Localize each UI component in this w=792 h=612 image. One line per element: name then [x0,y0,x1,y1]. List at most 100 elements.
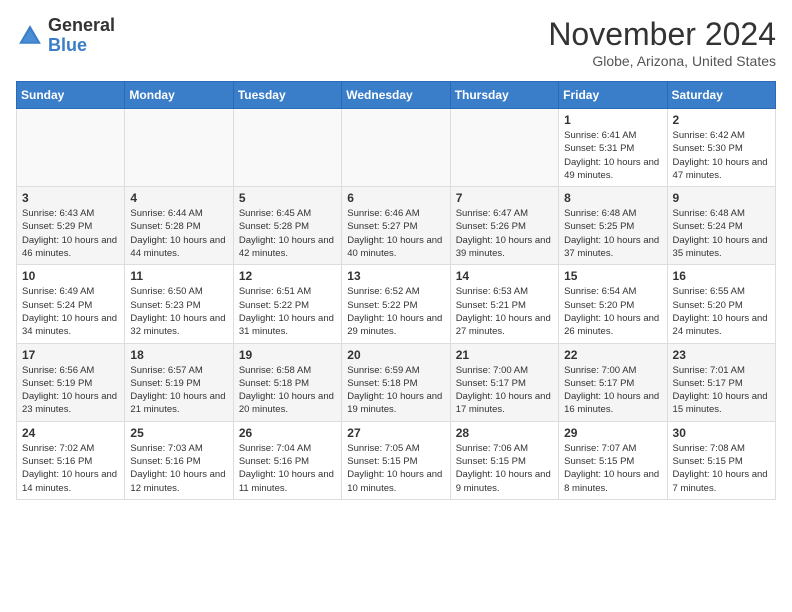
day-number: 20 [347,348,444,362]
title-block: November 2024 Globe, Arizona, United Sta… [548,16,776,69]
day-number: 21 [456,348,553,362]
calendar-week-row: 3 Sunrise: 6:43 AMSunset: 5:29 PMDaylight… [17,187,776,265]
calendar-cell: 6 Sunrise: 6:46 AMSunset: 5:27 PMDaylight… [342,187,450,265]
logo-text: General Blue [48,16,115,56]
page-header: General Blue November 2024 Globe, Arizon… [16,16,776,69]
calendar-cell: 8 Sunrise: 6:48 AMSunset: 5:25 PMDaylight… [559,187,667,265]
calendar-cell: 3 Sunrise: 6:43 AMSunset: 5:29 PMDaylight… [17,187,125,265]
day-number: 7 [456,191,553,205]
calendar-cell: 20 Sunrise: 6:59 AMSunset: 5:18 PMDayligh… [342,343,450,421]
day-info: Sunrise: 6:50 AMSunset: 5:23 PMDaylight:… [130,285,227,338]
day-number: 3 [22,191,119,205]
day-number: 4 [130,191,227,205]
calendar-cell: 18 Sunrise: 6:57 AMSunset: 5:19 PMDayligh… [125,343,233,421]
day-info: Sunrise: 7:00 AMSunset: 5:17 PMDaylight:… [564,364,661,417]
day-number: 19 [239,348,336,362]
day-number: 16 [673,269,770,283]
day-info: Sunrise: 6:57 AMSunset: 5:19 PMDaylight:… [130,364,227,417]
day-info: Sunrise: 6:52 AMSunset: 5:22 PMDaylight:… [347,285,444,338]
weekday-header-row: SundayMondayTuesdayWednesdayThursdayFrid… [17,82,776,109]
day-info: Sunrise: 7:03 AMSunset: 5:16 PMDaylight:… [130,442,227,495]
day-info: Sunrise: 7:04 AMSunset: 5:16 PMDaylight:… [239,442,336,495]
calendar-cell [450,109,558,187]
day-number: 2 [673,113,770,127]
day-info: Sunrise: 6:47 AMSunset: 5:26 PMDaylight:… [456,207,553,260]
day-info: Sunrise: 6:51 AMSunset: 5:22 PMDaylight:… [239,285,336,338]
logo: General Blue [16,16,115,56]
logo-blue: Blue [48,36,115,56]
day-number: 15 [564,269,661,283]
calendar-cell: 17Sunrise: 6:56 AMSunset: 5:19 PMDayligh… [17,343,125,421]
calendar-cell: 5Sunrise: 6:45 AMSunset: 5:28 PMDaylight… [233,187,341,265]
day-info: Sunrise: 6:55 AMSunset: 5:20 PMDaylight:… [673,285,770,338]
day-number: 18 [130,348,227,362]
day-info: Sunrise: 6:41 AMSunset: 5:31 PMDaylight:… [564,129,661,182]
day-number: 22 [564,348,661,362]
weekday-header: Monday [125,82,233,109]
weekday-header: Thursday [450,82,558,109]
calendar-cell: 28 Sunrise: 7:06 AMSunset: 5:15 PMDayligh… [450,421,558,499]
day-number: 14 [456,269,553,283]
day-number: 25 [130,426,227,440]
day-number: 8 [564,191,661,205]
calendar-cell [342,109,450,187]
weekday-header: Tuesday [233,82,341,109]
day-info: Sunrise: 7:00 AMSunset: 5:17 PMDaylight:… [456,364,553,417]
calendar-cell [125,109,233,187]
calendar-cell: 23Sunrise: 7:01 AMSunset: 5:17 PMDayligh… [667,343,775,421]
calendar-cell [17,109,125,187]
calendar-cell: 29Sunrise: 7:07 AMSunset: 5:15 PMDayligh… [559,421,667,499]
location: Globe, Arizona, United States [548,53,776,69]
calendar: SundayMondayTuesdayWednesdayThursdayFrid… [16,81,776,500]
calendar-cell: 21 Sunrise: 7:00 AMSunset: 5:17 PMDayligh… [450,343,558,421]
day-number: 6 [347,191,444,205]
logo-icon [16,22,44,50]
calendar-cell: 30Sunrise: 7:08 AMSunset: 5:15 PMDayligh… [667,421,775,499]
day-number: 26 [239,426,336,440]
day-info: Sunrise: 7:06 AMSunset: 5:15 PMDaylight:… [456,442,553,495]
day-number: 28 [456,426,553,440]
calendar-cell: 1Sunrise: 6:41 AMSunset: 5:31 PMDaylight… [559,109,667,187]
calendar-cell: 19 Sunrise: 6:58 AMSunset: 5:18 PMDayligh… [233,343,341,421]
day-info: Sunrise: 7:05 AMSunset: 5:15 PMDaylight:… [347,442,444,495]
month-title: November 2024 [548,16,776,53]
calendar-cell: 13 Sunrise: 6:52 AMSunset: 5:22 PMDayligh… [342,265,450,343]
calendar-cell: 7 Sunrise: 6:47 AMSunset: 5:26 PMDaylight… [450,187,558,265]
weekday-header: Saturday [667,82,775,109]
day-number: 13 [347,269,444,283]
calendar-cell: 25 Sunrise: 7:03 AMSunset: 5:16 PMDayligh… [125,421,233,499]
weekday-header: Sunday [17,82,125,109]
day-number: 17 [22,348,119,362]
day-info: Sunrise: 6:46 AMSunset: 5:27 PMDaylight:… [347,207,444,260]
calendar-week-row: 1Sunrise: 6:41 AMSunset: 5:31 PMDaylight… [17,109,776,187]
day-number: 11 [130,269,227,283]
calendar-cell: 27 Sunrise: 7:05 AMSunset: 5:15 PMDayligh… [342,421,450,499]
day-info: Sunrise: 6:44 AMSunset: 5:28 PMDaylight:… [130,207,227,260]
day-info: Sunrise: 6:48 AMSunset: 5:25 PMDaylight:… [564,207,661,260]
calendar-cell: 14 Sunrise: 6:53 AMSunset: 5:21 PMDayligh… [450,265,558,343]
day-info: Sunrise: 6:59 AMSunset: 5:18 PMDaylight:… [347,364,444,417]
weekday-header: Friday [559,82,667,109]
logo-general: General [48,16,115,36]
day-number: 24 [22,426,119,440]
day-info: Sunrise: 7:08 AMSunset: 5:15 PMDaylight:… [673,442,770,495]
day-info: Sunrise: 6:58 AMSunset: 5:18 PMDaylight:… [239,364,336,417]
day-info: Sunrise: 6:53 AMSunset: 5:21 PMDaylight:… [456,285,553,338]
day-info: Sunrise: 6:43 AMSunset: 5:29 PMDaylight:… [22,207,119,260]
calendar-cell: 10Sunrise: 6:49 AMSunset: 5:24 PMDayligh… [17,265,125,343]
day-info: Sunrise: 7:02 AMSunset: 5:16 PMDaylight:… [22,442,119,495]
calendar-cell: 12 Sunrise: 6:51 AMSunset: 5:22 PMDayligh… [233,265,341,343]
weekday-header: Wednesday [342,82,450,109]
day-number: 12 [239,269,336,283]
calendar-cell: 24 Sunrise: 7:02 AMSunset: 5:16 PMDayligh… [17,421,125,499]
day-number: 27 [347,426,444,440]
calendar-cell: 11 Sunrise: 6:50 AMSunset: 5:23 PMDayligh… [125,265,233,343]
day-info: Sunrise: 6:54 AMSunset: 5:20 PMDaylight:… [564,285,661,338]
day-number: 5 [239,191,336,205]
day-info: Sunrise: 7:01 AMSunset: 5:17 PMDaylight:… [673,364,770,417]
calendar-week-row: 10Sunrise: 6:49 AMSunset: 5:24 PMDayligh… [17,265,776,343]
day-info: Sunrise: 6:42 AMSunset: 5:30 PMDaylight:… [673,129,770,182]
calendar-cell: 15 Sunrise: 6:54 AMSunset: 5:20 PMDayligh… [559,265,667,343]
day-info: Sunrise: 6:49 AMSunset: 5:24 PMDaylight:… [22,285,119,338]
day-number: 29 [564,426,661,440]
